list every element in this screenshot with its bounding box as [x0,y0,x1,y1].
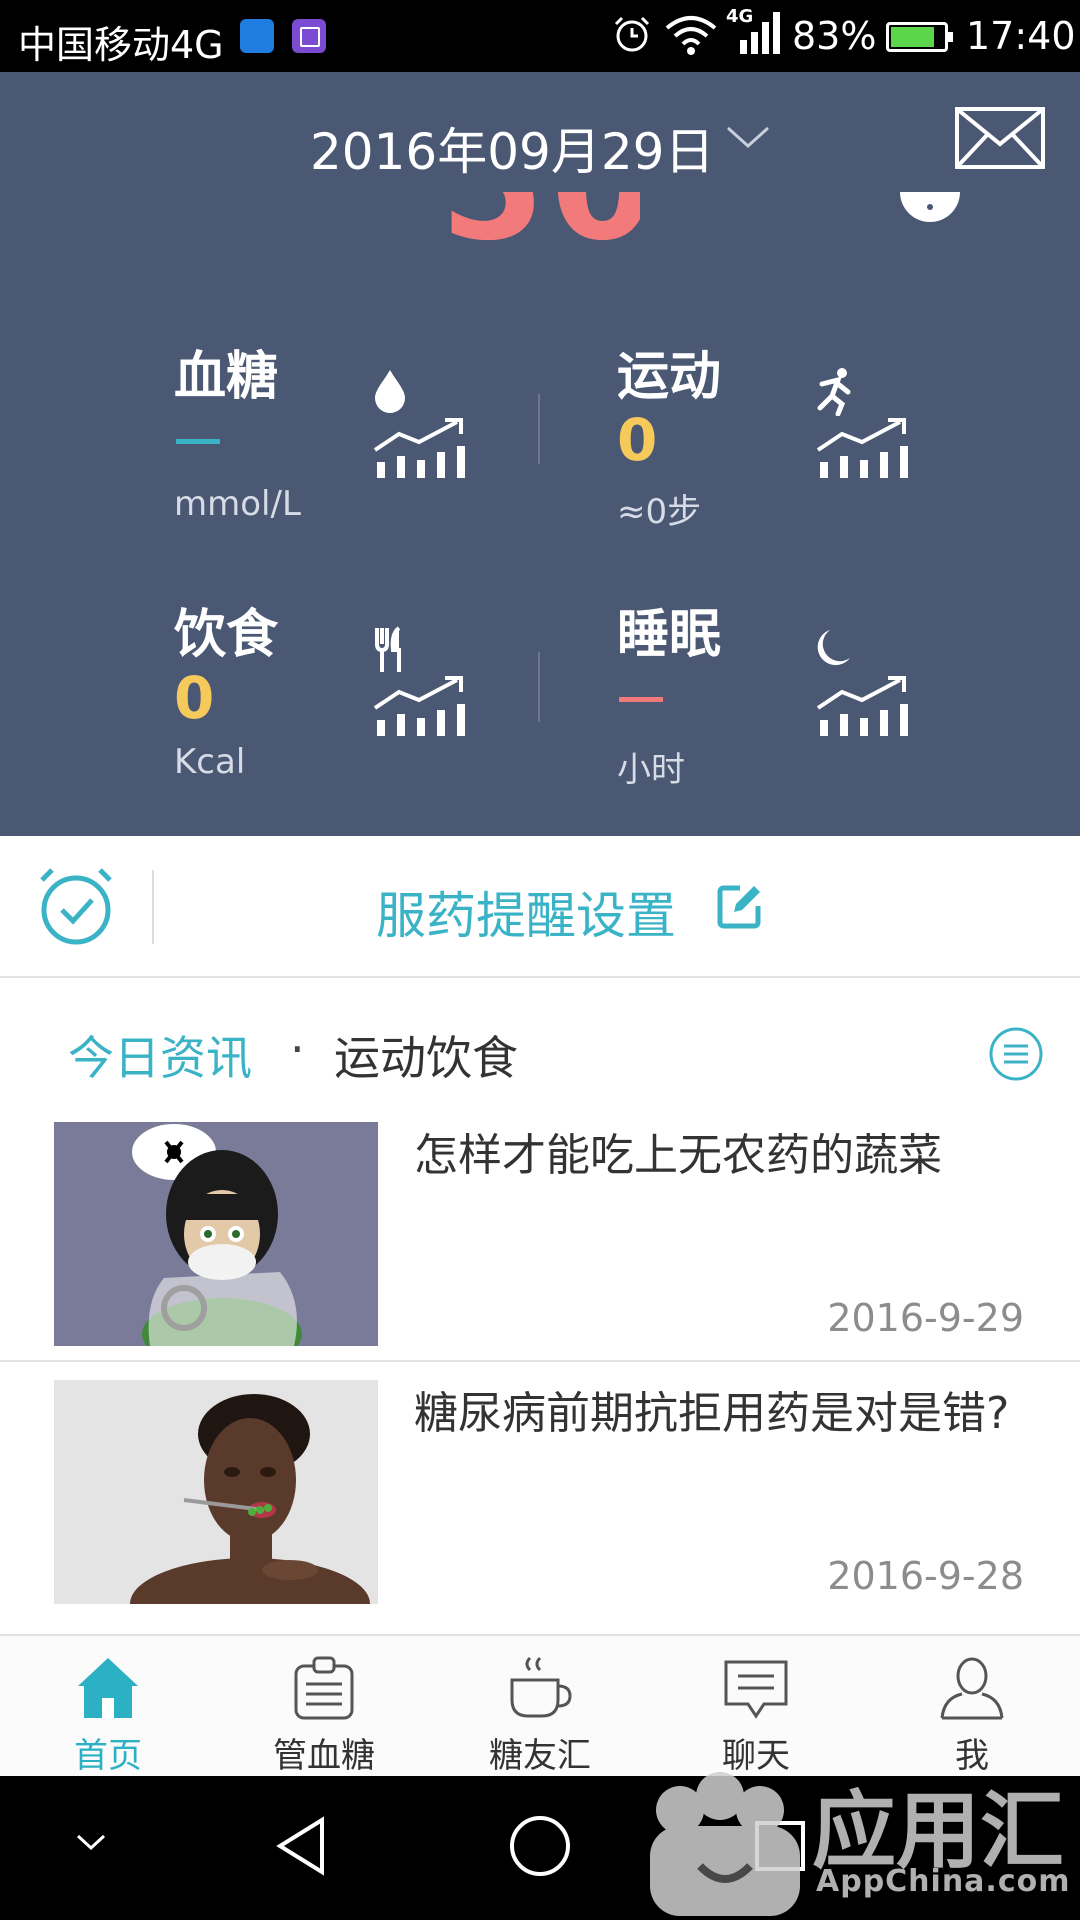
news-title[interactable]: 糖尿病前期抗拒用药是对是错? [414,1386,1034,1442]
alarm-clock-icon [614,16,650,52]
back-icon[interactable] [274,1816,328,1876]
tab-label: 首页 [74,1736,142,1776]
vegetable-pesticide-illustration [54,1122,378,1346]
metric-unit: ≈0步 [617,492,702,532]
carrier-label: 中国移动4G [18,23,224,67]
metric-diet[interactable]: 饮食 0 Kcal [174,592,574,812]
tab-home[interactable]: 首页 [0,1636,216,1778]
metric-divider [538,652,540,722]
score-readout: 50 [440,192,640,272]
medication-reminder-label[interactable]: 服药提醒设置 [376,876,676,948]
battery-icon [886,22,953,52]
metric-title: 血糖 [174,347,279,407]
status-bar: 中国移动4G 4G 83% 17:40 [0,0,1080,72]
metric-unit: mmol/L [174,484,301,524]
metric-divider [538,394,540,464]
mail-icon[interactable] [954,106,1046,170]
news-title[interactable]: 怎样才能吃上无农药的蔬菜 [414,1128,1034,1184]
home-circle-icon[interactable] [508,1814,572,1878]
running-person-icon [817,368,851,416]
appchina-watermark: 应用汇 AppChina.com [640,1730,1080,1920]
appchina-logo-icon [650,1772,800,1916]
tab-community[interactable]: 糖友汇 [432,1636,648,1778]
woman-eating-peas-photo [54,1380,378,1604]
trend-chart-icon[interactable] [812,674,912,738]
news-thumbnail [54,1380,378,1604]
watermark-subtext: AppChina.com [816,1864,1071,1899]
reminder-divider [152,870,154,944]
metric-exercise[interactable]: 运动 0 ≈0步 [617,334,1017,554]
alarm-check-icon [40,868,112,945]
moon-icon [817,630,850,666]
edit-icon[interactable] [716,882,764,930]
metric-title: 运动 [617,347,722,407]
empty-value-dash [619,697,663,702]
news-list-item[interactable]: 糖尿病前期抗拒用药是对是错? 2016-9-28 [0,1362,1080,1620]
empty-value-dash [176,439,220,444]
news-category-label[interactable]: 运动饮食 [334,1022,518,1088]
trend-chart-icon[interactable] [369,674,469,738]
metric-unit: 小时 [617,750,685,790]
menu-list-icon[interactable] [988,1026,1044,1082]
health-dashboard: 2016年09月29日 50 血糖 mmol/L [0,72,1080,836]
fork-knife-icon [375,626,401,672]
app-screen: 中国移动4G 4G 83% 17:40 2016年09月29日 血糖 mmol/… [0,0,1080,1920]
collapse-icon[interactable] [74,1830,108,1854]
chat-bubble-icon [724,1660,788,1719]
user-icon [940,1657,1004,1720]
tab-manage-glucose[interactable]: 管血糖 [216,1636,432,1778]
clipboard-icon [294,1656,354,1720]
chevron-down-icon[interactable] [724,122,772,152]
date-selector[interactable]: 2016年09月29日 [310,112,715,184]
notification-app-icon [240,19,274,53]
tab-label: 管血糖 [273,1736,375,1776]
clock-time: 17:40 [966,14,1076,58]
metric-sleep[interactable]: 睡眠 小时 [617,592,1017,812]
news-section-header: 今日资讯 · 运动饮食 [0,980,1080,1100]
metric-unit: Kcal [174,742,246,782]
water-drop-icon [375,370,405,413]
trend-chart-icon[interactable] [369,416,469,480]
wifi-icon [665,16,717,55]
home-icon [78,1658,138,1718]
gauge-indicator [900,192,960,232]
metric-value: 0 [174,664,215,732]
battery-level-fill [891,27,934,47]
battery-percent: 83% [792,14,877,58]
medication-reminder-row[interactable]: 服药提醒设置 [0,836,1080,978]
gallery-notification-icon [292,19,326,53]
tab-label: 糖友汇 [489,1736,591,1776]
news-date: 2016-9-29 [827,1296,1024,1340]
news-thumbnail [54,1122,378,1346]
score-value: 50 [440,192,640,272]
coffee-cup-icon [510,1656,572,1718]
metric-value: 0 [617,406,658,474]
news-today-label[interactable]: 今日资讯 [68,1022,252,1088]
metric-blood-sugar[interactable]: 血糖 mmol/L [174,334,574,554]
trend-chart-icon[interactable] [812,416,912,480]
metric-title: 睡眠 [617,605,722,665]
news-separator: · [290,1022,305,1076]
news-list-item[interactable]: 怎样才能吃上无农药的蔬菜 2016-9-29 [0,1104,1080,1362]
news-date: 2016-9-28 [827,1554,1024,1598]
metric-title: 饮食 [174,605,279,665]
signal-strength-icon [740,12,780,54]
